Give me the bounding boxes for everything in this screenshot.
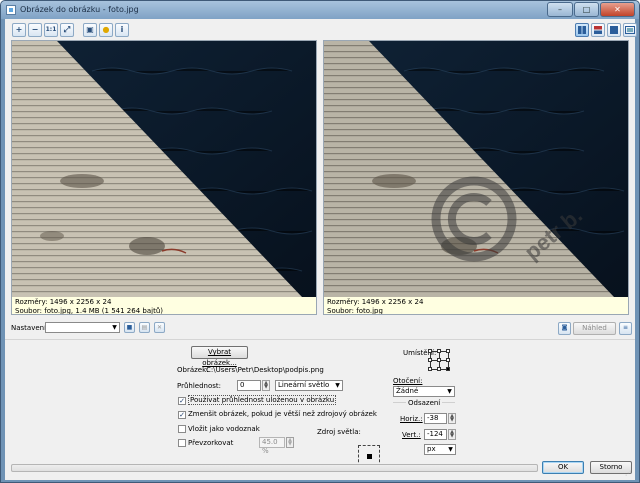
dialog-client: + − 1:1 ⤢ ▣ ● i Rozměry: 1496 x 2256 x 2…: [5, 19, 637, 480]
save-icon[interactable]: ■: [124, 322, 135, 333]
rotation-label: Otočení:: [393, 377, 423, 385]
original-info: Rozměry: 1496 x 2256 x 24 Soubor: foto.j…: [15, 298, 163, 315]
vert-label: Vert.:: [402, 431, 421, 439]
original-photo: [12, 41, 316, 297]
save-as-icon[interactable]: ▤: [139, 322, 150, 333]
layout-single-icon[interactable]: [607, 23, 621, 37]
ok-button[interactable]: OK: [542, 461, 584, 474]
close-button[interactable]: ✕: [600, 2, 635, 17]
vert-stepper[interactable]: ▲ ▼: [448, 429, 456, 440]
fit-icon[interactable]: ⤢: [60, 23, 74, 37]
offset-label: Odsazení: [406, 399, 443, 407]
image-label: Obrázek:: [177, 366, 209, 374]
original-dimensions: Rozměry: 1496 x 2256 x 24: [15, 298, 112, 306]
chevron-down-icon: ▼: [335, 382, 340, 389]
panel-toggle-icon[interactable]: ≡: [619, 322, 632, 335]
image-open-icon[interactable]: ▣: [83, 23, 97, 37]
use-saved-opacity-label[interactable]: Používat průhlednost uloženou v obrázku: [188, 395, 337, 405]
watermark-label[interactable]: Vložit jako vodoznak: [188, 425, 260, 433]
unit-value: px: [427, 445, 436, 453]
horiz-stepper[interactable]: ▲ ▼: [448, 413, 456, 424]
choose-image-button[interactable]: Vybrat obrázek...: [191, 346, 248, 367]
rotation-select[interactable]: Žádné ▼: [393, 386, 455, 397]
vert-input[interactable]: -124: [424, 429, 447, 440]
chevron-down-icon: ▼: [448, 446, 453, 453]
actual-size-icon[interactable]: 1:1: [44, 23, 58, 37]
blend-mode-value: Lineární světlo: [278, 381, 330, 389]
original-file-info: Soubor: foto.jpg, 1.4 MB (1 541 264 bajt…: [15, 307, 163, 315]
result-info: Rozměry: 1496 x 2256 x 24 Soubor: foto.j…: [327, 298, 424, 315]
delete-settings-icon[interactable]: ✕: [154, 322, 165, 333]
recolor-label[interactable]: Převzorkovat: [188, 439, 233, 447]
image-path: C:\Users\Petr\Desktop\podpis.png: [206, 366, 324, 374]
layout-side-by-side-icon[interactable]: [575, 23, 589, 37]
zoom-in-icon[interactable]: +: [12, 23, 26, 37]
chevron-down-icon: ▼: [112, 324, 117, 331]
recolor-stepper[interactable]: ▲ ▼: [286, 437, 294, 448]
preview-toggle-icon[interactable]: ◙: [558, 322, 571, 335]
maximize-button[interactable]: □: [574, 2, 599, 17]
preview-button[interactable]: Náhled: [573, 322, 616, 335]
layout-stacked-icon[interactable]: [591, 23, 605, 37]
window-title: Obrázek do obrázku - foto.jpg: [20, 5, 139, 14]
divider: [5, 339, 635, 340]
recolor-input[interactable]: 45.0 %: [259, 437, 285, 455]
shrink-image-label[interactable]: Zmenšit obrázek, pokud je větší než zdro…: [188, 410, 377, 418]
watermark-checkbox[interactable]: [178, 425, 186, 433]
horiz-label: Horiz.:: [400, 415, 423, 423]
opacity-stepper[interactable]: ▲ ▼: [262, 380, 270, 391]
opacity-label: Průhlednost:: [177, 382, 222, 390]
preview-original: Rozměry: 1496 x 2256 x 24 Soubor: foto.j…: [11, 40, 317, 315]
opacity-input[interactable]: 0: [237, 380, 261, 391]
result-photo: petr b.: [324, 41, 628, 297]
zoom-out-icon[interactable]: −: [28, 23, 42, 37]
info-icon[interactable]: i: [115, 23, 129, 37]
app-icon: [6, 5, 16, 15]
preview-result: petr b. Rozměry: 1496 x 2256 x 24 Soubor…: [323, 40, 629, 315]
layout-fullscreen-icon[interactable]: [623, 23, 637, 37]
use-saved-opacity-checkbox[interactable]: ✓: [178, 397, 186, 405]
main-window: Obrázek do obrázku - foto.jpg – □ ✕ + − …: [0, 0, 640, 483]
progress-bar: [11, 464, 538, 472]
color-icon[interactable]: ●: [99, 23, 113, 37]
recolor-checkbox[interactable]: [178, 439, 186, 447]
unit-select[interactable]: px ▼: [424, 444, 456, 455]
blend-mode-select[interactable]: Lineární světlo ▼: [275, 380, 343, 391]
rotation-value: Žádné: [396, 387, 419, 395]
result-file-info: Soubor: foto.jpg: [327, 307, 383, 315]
minimize-button[interactable]: –: [547, 2, 573, 17]
settings-label: Nastavení:: [11, 324, 49, 332]
light-source-label: Zdroj světla:: [317, 428, 361, 436]
horiz-input[interactable]: -38: [424, 413, 447, 424]
light-source-marker: [367, 454, 372, 459]
resize-grip[interactable]: ⋰: [625, 470, 633, 478]
settings-combo[interactable]: ▼: [45, 322, 120, 333]
title-bar[interactable]: Obrázek do obrázku - foto.jpg – □ ✕: [1, 1, 639, 19]
result-dimensions: Rozměry: 1496 x 2256 x 24: [327, 298, 424, 306]
placement-grid[interactable]: [428, 349, 452, 371]
chevron-down-icon: ▼: [447, 388, 452, 395]
shrink-image-checkbox[interactable]: ✓: [178, 411, 186, 419]
